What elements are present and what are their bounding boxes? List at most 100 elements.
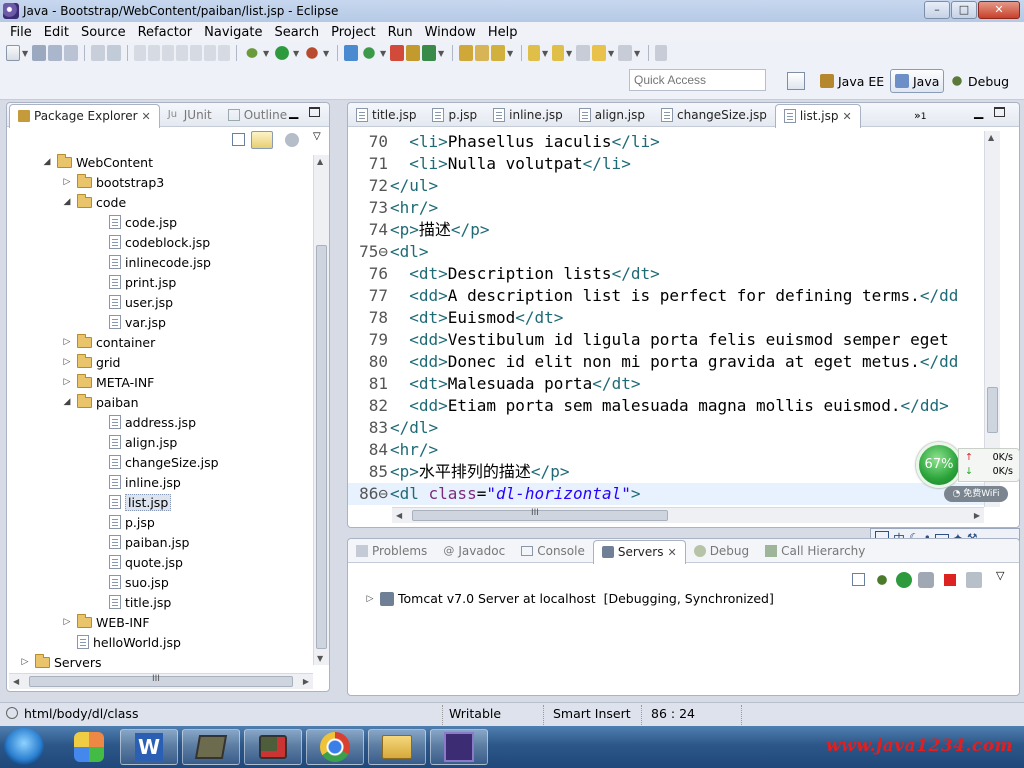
code-line[interactable]: 85 <p>水平排列的描述</p>: [348, 461, 984, 483]
save-icon[interactable]: [32, 45, 46, 61]
menu-navigate[interactable]: Navigate: [198, 25, 268, 40]
debug-dropdown-icon[interactable]: ▼: [263, 49, 271, 58]
perspective-debug[interactable]: Debug: [946, 69, 1013, 93]
code-line[interactable]: 72 </ul>: [348, 175, 984, 197]
editor-horizontal-scrollbar[interactable]: ◀ III ▶: [392, 507, 984, 523]
tab-outline[interactable]: Outline: [220, 104, 295, 126]
view-menu-icon[interactable]: [285, 133, 299, 147]
code-line[interactable]: 86⊖ <dl class="dl-horizontal">: [348, 483, 984, 505]
start-debug-icon[interactable]: [874, 572, 890, 588]
tree-folder[interactable]: ◢ code: [61, 192, 126, 212]
menu-source[interactable]: Source: [75, 25, 132, 40]
menu-file[interactable]: File: [4, 25, 38, 40]
open-task-icon[interactable]: [475, 45, 489, 61]
tree-file[interactable]: p.jsp: [93, 512, 155, 532]
tree-folder[interactable]: ▷ META-INF: [61, 372, 154, 392]
run-icon[interactable]: [273, 45, 291, 61]
view-menu-icon[interactable]: ▽: [996, 569, 1004, 582]
quick-access-input[interactable]: [629, 69, 766, 91]
step-into-icon[interactable]: [176, 45, 188, 61]
code-line[interactable]: 82 <dd>Etiam porta sem malesuada magna m…: [348, 395, 984, 417]
tree-folder[interactable]: ▷ container: [61, 332, 155, 352]
tree-folder[interactable]: ◢ WebContent: [41, 152, 153, 172]
scroll-right-icon[interactable]: ▶: [974, 511, 980, 520]
taskbar-app-photos[interactable]: [60, 729, 118, 765]
refresh-dropdown-icon[interactable]: ▼: [380, 49, 388, 58]
tree-file[interactable]: address.jsp: [93, 412, 196, 432]
step-return-icon[interactable]: [204, 45, 216, 61]
close-tab-icon[interactable]: ✕: [667, 546, 676, 559]
free-wifi-badge[interactable]: ◔ 免费WiFi: [944, 486, 1008, 502]
new-package-icon[interactable]: [406, 45, 420, 61]
external-tools-icon[interactable]: [303, 45, 321, 61]
tree-vertical-scrollbar[interactable]: ▲ ▼: [313, 155, 329, 665]
perspective-java-ee[interactable]: Java EE: [816, 69, 888, 93]
debug-icon[interactable]: [243, 45, 261, 61]
tree-file[interactable]: quote.jsp: [93, 552, 183, 572]
taskbar-app-recorder[interactable]: [244, 729, 302, 765]
scroll-left-icon[interactable]: ◀: [396, 511, 402, 520]
next-annotation-dropdown-icon[interactable]: ▼: [542, 49, 550, 58]
scroll-thumb[interactable]: [987, 387, 998, 433]
maximize-button[interactable]: □: [951, 1, 977, 19]
previous-annotation-icon[interactable]: [552, 45, 564, 61]
toggle-mark-icon[interactable]: [107, 45, 121, 61]
code-line[interactable]: 80 <dd>Donec id elit non mi porta gravid…: [348, 351, 984, 373]
close-tab-icon[interactable]: ✕: [842, 110, 851, 123]
search-dropdown-icon[interactable]: ▼: [507, 49, 515, 58]
forward-dropdown-icon[interactable]: ▼: [634, 49, 642, 58]
publish-icon[interactable]: [966, 572, 982, 588]
editor-tab[interactable]: p.jsp: [424, 104, 485, 126]
scroll-down-icon[interactable]: ▼: [317, 654, 323, 663]
start-button[interactable]: [4, 728, 44, 766]
resume-icon[interactable]: [134, 45, 146, 61]
step-over-icon[interactable]: [190, 45, 202, 61]
next-annotation-icon[interactable]: [528, 45, 540, 61]
stop-server-icon[interactable]: [944, 574, 956, 586]
code-line[interactable]: 73 <hr/>: [348, 197, 984, 219]
code-line[interactable]: 83 </dl>: [348, 417, 984, 439]
tab-call-hierarchy[interactable]: Call Hierarchy: [757, 540, 873, 562]
tab-junit[interactable]: Ju JUnit: [160, 104, 220, 126]
network-widget[interactable]: 67% ↑ 0K/s ↓ 0K/s ◔ 免费WiFi: [914, 440, 1024, 504]
minimize-view-icon[interactable]: ▁: [289, 105, 298, 119]
editor-tab[interactable]: title.jsp: [348, 104, 424, 126]
tree-folder[interactable]: ▷ grid: [61, 352, 120, 372]
collapse-icon[interactable]: ◢: [61, 197, 73, 207]
scroll-up-icon[interactable]: ▲: [317, 157, 323, 166]
menu-window[interactable]: Window: [419, 25, 482, 40]
editor-tab[interactable]: changeSize.jsp: [653, 104, 775, 126]
code-line[interactable]: 74 <p>描述</p>: [348, 219, 984, 241]
tree-horizontal-scrollbar[interactable]: ◀ III ▶: [9, 673, 313, 689]
tree-file[interactable]: var.jsp: [93, 312, 166, 332]
network-gauge[interactable]: 67%: [916, 442, 962, 488]
tree-file[interactable]: print.jsp: [93, 272, 176, 292]
code-line[interactable]: 70 <li>Phasellus iaculis</li>: [348, 131, 984, 153]
new-dropdown-icon[interactable]: ▼: [22, 49, 30, 58]
tab-problems[interactable]: Problems: [348, 540, 435, 562]
scroll-up-icon[interactable]: ▲: [988, 133, 994, 142]
expand-icon[interactable]: ▷: [61, 617, 73, 627]
expand-icon[interactable]: ▷: [364, 594, 376, 604]
tree-file[interactable]: user.jsp: [93, 292, 173, 312]
minimize-button[interactable]: –: [924, 1, 950, 19]
close-tab-icon[interactable]: ✕: [142, 110, 151, 123]
tree-file[interactable]: align.jsp: [93, 432, 177, 452]
back-dropdown-icon[interactable]: ▼: [608, 49, 616, 58]
tree-file[interactable]: title.jsp: [93, 592, 171, 612]
previous-annotation-dropdown-icon[interactable]: ▼: [566, 49, 574, 58]
menu-help[interactable]: Help: [482, 25, 524, 40]
taskbar-app-word[interactable]: W: [120, 729, 178, 765]
tree-file[interactable]: codeblock.jsp: [93, 232, 210, 252]
minimize-editor-icon[interactable]: ▁: [974, 105, 983, 119]
new-class-dropdown-icon[interactable]: ▼: [438, 49, 446, 58]
run-dropdown-icon[interactable]: ▼: [293, 49, 301, 58]
drop-frame-icon[interactable]: [218, 45, 230, 61]
last-edit-icon[interactable]: [576, 45, 590, 61]
tree-file[interactable]: suo.jsp: [93, 572, 169, 592]
open-type-icon[interactable]: [459, 45, 473, 61]
external-tools-dropdown-icon[interactable]: ▼: [323, 49, 331, 58]
new-java-project-icon[interactable]: [390, 45, 404, 61]
new-icon[interactable]: [6, 45, 20, 61]
refresh-icon[interactable]: [360, 45, 378, 61]
